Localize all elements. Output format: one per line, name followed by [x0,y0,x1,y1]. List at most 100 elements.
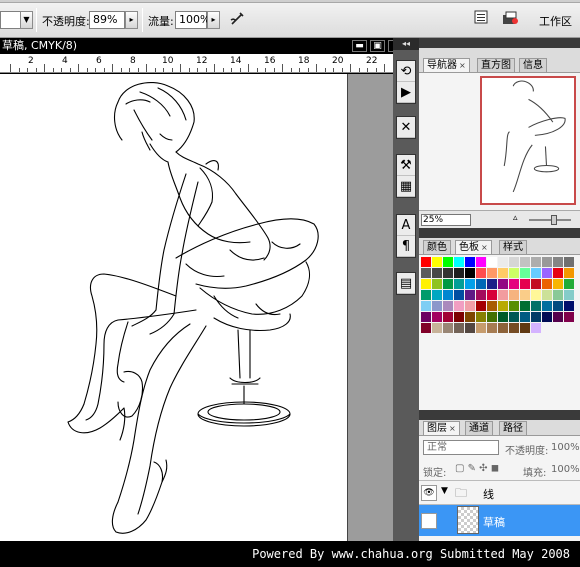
airbrush-icon[interactable] [227,9,249,31]
color-swatch[interactable] [454,279,464,289]
color-swatch[interactable] [564,301,574,311]
color-swatch[interactable] [520,301,530,311]
layer-row-selected[interactable]: 草稿 [419,504,580,536]
color-swatch[interactable] [509,323,519,333]
close-icon[interactable]: × [449,424,456,433]
color-swatch[interactable] [443,257,453,267]
color-swatch[interactable] [454,312,464,322]
color-swatch[interactable] [520,279,530,289]
color-swatch[interactable] [553,257,563,267]
panel-grip[interactable] [419,38,580,48]
color-swatch[interactable] [564,257,574,267]
zoom-slider[interactable] [529,219,571,221]
tab-swatches[interactable]: 色板 × [455,240,492,254]
layer-comps-icon[interactable]: ▤ [397,273,415,294]
color-swatch[interactable] [421,279,431,289]
tab-styles[interactable]: 样式 [499,240,527,254]
color-swatch[interactable] [476,268,486,278]
color-swatch[interactable] [531,301,541,311]
color-swatch[interactable] [498,290,508,300]
color-swatch[interactable] [487,257,497,267]
bridge-icon[interactable] [500,9,522,31]
color-swatch[interactable] [476,301,486,311]
close-icon[interactable]: × [459,61,466,70]
color-swatch[interactable] [487,301,497,311]
color-swatch[interactable] [509,301,519,311]
color-swatch[interactable] [443,301,453,311]
color-swatch[interactable] [465,257,475,267]
clone-source-icon[interactable]: ▦ [397,176,415,197]
color-swatch[interactable] [465,301,475,311]
color-swatch[interactable] [553,290,563,300]
flow-input[interactable]: 100% [175,11,210,29]
zoom-slider-handle[interactable] [551,215,557,225]
color-swatch[interactable] [553,312,563,322]
color-swatch[interactable] [498,257,508,267]
color-swatch[interactable] [531,279,541,289]
color-swatch[interactable] [564,312,574,322]
color-swatch[interactable] [498,323,508,333]
flow-dropdown-arrow[interactable]: ▸ [207,11,220,29]
color-swatch[interactable] [487,279,497,289]
color-swatch[interactable] [509,268,519,278]
color-swatch[interactable] [498,279,508,289]
color-swatch[interactable] [421,301,431,311]
character-icon[interactable]: A [397,215,415,236]
layer-group-row[interactable]: 👁 ▼ 🗀 线 [419,480,580,504]
workspace-menu[interactable]: 工作区 [539,13,572,29]
color-swatch[interactable] [432,301,442,311]
color-swatch[interactable] [443,312,453,322]
navigator-preview[interactable] [480,76,576,205]
color-swatch[interactable] [432,323,442,333]
tab-histogram[interactable]: 直方图 [477,58,515,72]
color-swatch[interactable] [553,301,563,311]
color-swatch[interactable] [421,257,431,267]
color-swatch[interactable] [509,290,519,300]
color-swatch[interactable] [542,257,552,267]
color-swatch[interactable] [465,279,475,289]
color-swatch[interactable] [553,268,563,278]
color-swatch[interactable] [531,290,541,300]
color-swatch[interactable] [498,268,508,278]
tab-paths[interactable]: 路径 [499,421,527,435]
color-swatch[interactable] [421,290,431,300]
color-swatch[interactable] [542,268,552,278]
color-swatch[interactable] [443,268,453,278]
layer-opacity-value[interactable]: 100% [551,442,580,453]
minimize-icon[interactable]: ▬ [352,40,367,52]
color-swatch[interactable] [509,257,519,267]
opacity-dropdown-arrow[interactable]: ▸ [125,11,138,29]
color-swatch[interactable] [476,290,486,300]
eye-icon[interactable]: 👁 [421,485,437,501]
color-swatch[interactable] [564,290,574,300]
color-swatch[interactable] [421,323,431,333]
zoom-input[interactable]: 25% [421,214,471,226]
blend-mode-select[interactable]: 正常 [423,440,499,455]
close-icon[interactable]: × [481,243,488,252]
document-title[interactable]: 草稿, CMYK/8) [0,38,393,54]
color-swatch[interactable] [476,312,486,322]
color-swatch[interactable] [476,279,486,289]
chevron-down-icon[interactable]: ▼ [20,11,33,29]
tool-presets-icon[interactable]: ⚒ [397,155,415,176]
color-swatch[interactable] [498,312,508,322]
history-icon[interactable]: ⟲ [397,61,415,82]
color-swatch[interactable] [487,312,497,322]
color-swatch[interactable] [498,301,508,311]
visibility-toggle[interactable] [421,513,437,529]
color-swatch[interactable] [465,268,475,278]
drawing-canvas[interactable] [0,74,348,541]
color-swatch[interactable] [454,301,464,311]
color-swatch[interactable] [454,323,464,333]
color-swatch[interactable] [476,257,486,267]
color-swatch[interactable] [443,279,453,289]
color-swatch[interactable] [454,257,464,267]
color-swatch[interactable] [465,323,475,333]
chevron-down-icon[interactable]: ▼ [441,486,448,496]
color-swatch[interactable] [542,290,552,300]
palette-well-icon[interactable] [470,9,492,31]
color-swatch[interactable] [553,279,563,289]
color-swatch[interactable] [531,257,541,267]
color-swatch[interactable] [564,279,574,289]
color-swatch[interactable] [542,312,552,322]
